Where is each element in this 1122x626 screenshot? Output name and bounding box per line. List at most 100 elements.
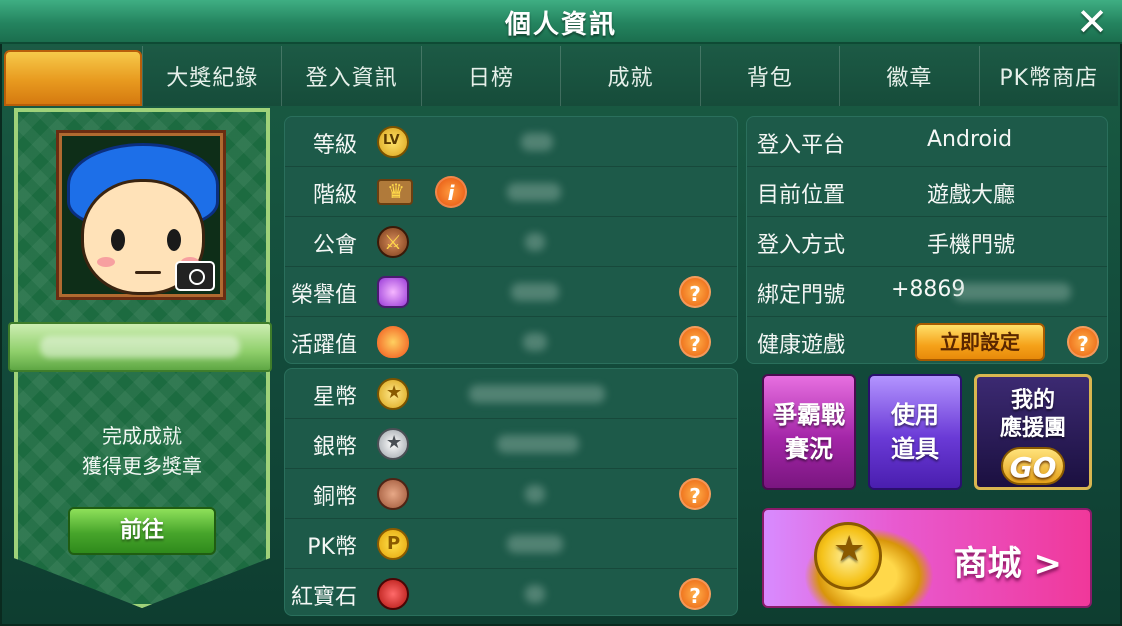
login-info-panel: 登入平台 Android 目前位置 遊戲大廳 登入方式 手機門號 綁定門號 +8… [746, 116, 1108, 364]
stat-value-blurred [525, 485, 545, 503]
info-icon[interactable]: i [435, 176, 467, 208]
stats-panel-bottom: 星幣 銀幣 銅幣 ? PK幣 紅寶石 ? [284, 368, 738, 616]
info-row-location: 目前位置 遊戲大廳 [747, 167, 1107, 217]
tournament-label-line1: 爭霸戰 [773, 401, 845, 429]
help-icon[interactable]: ? [1067, 326, 1099, 358]
stat-label: 公會 [312, 233, 357, 258]
stat-value-blurred [469, 385, 605, 403]
star-coin-icon [377, 378, 409, 410]
use-item-label-line2: 道具 [891, 435, 939, 463]
info-value-location: 遊戲大廳 [927, 183, 1016, 208]
achievement-hint-line2: 獲得更多獎章 [82, 454, 202, 478]
info-value-platform: Android [927, 127, 1013, 152]
tab-pk-shop[interactable]: PK幣商店 [978, 46, 1118, 106]
guild-icon [377, 226, 409, 258]
info-label: 綁定門號 [757, 283, 846, 308]
name-ribbon [8, 322, 272, 372]
info-label: 登入平台 [757, 133, 846, 158]
star-coin-icon [814, 522, 882, 590]
stat-row-level: 等級 [285, 117, 737, 167]
tournament-label-line2: 賽況 [785, 435, 833, 463]
stat-row-ruby: 紅寶石 ? [285, 569, 737, 619]
info-label: 登入方式 [757, 233, 846, 258]
cheer-label-line2: 應援團 [999, 416, 1066, 441]
avatar-eye [167, 229, 181, 251]
crown-icon [377, 179, 413, 205]
tab-login-info[interactable]: 登入資訊 [281, 46, 420, 106]
stat-value-blurred [507, 183, 561, 201]
avatar-mouth [135, 271, 161, 274]
close-icon[interactable]: ✕ [1072, 2, 1112, 42]
info-row-login-method: 登入方式 手機門號 [747, 217, 1107, 267]
tab-backpack[interactable]: 背包 [699, 46, 839, 106]
tab-bar: 大獎紀錄 登入資訊 日榜 成就 背包 徽章 PK幣商店 [4, 46, 1118, 106]
player-name-blurred [40, 336, 240, 358]
my-cheer-group-button[interactable]: 我的 應援團 GO [974, 374, 1092, 490]
camera-icon[interactable] [175, 261, 215, 291]
title-bar: 個人資訊 ✕ [0, 0, 1122, 44]
stat-label: 紅寶石 [290, 585, 357, 610]
stat-value-blurred [511, 283, 559, 301]
honor-icon [377, 276, 409, 308]
tournament-status-button[interactable]: 爭霸戰 賽況 [762, 374, 856, 490]
achievement-hint-line1: 完成成就 [102, 424, 182, 448]
copper-coin-icon [377, 478, 409, 510]
stat-value-blurred [507, 535, 563, 553]
tab-badges[interactable]: 徽章 [839, 46, 978, 106]
info-row-healthy-gaming: 健康遊戲 立即設定 ? [747, 317, 1107, 367]
ruby-icon [377, 578, 409, 610]
help-icon[interactable]: ? [679, 326, 711, 358]
info-label: 目前位置 [757, 183, 846, 208]
stat-row-pk-coin: PK幣 [285, 519, 737, 569]
stat-label: 銀幣 [312, 435, 357, 460]
stat-value-blurred [525, 233, 545, 251]
stat-label: 榮譽值 [290, 283, 357, 308]
stat-row-silver-coin: 銀幣 [285, 419, 737, 469]
tab-daily-rank[interactable]: 日榜 [420, 46, 560, 106]
setup-now-button[interactable]: 立即設定 [915, 323, 1045, 361]
level-icon [377, 126, 409, 158]
stat-label: 等級 [312, 133, 357, 158]
stat-value-blurred [523, 333, 547, 351]
stat-value-blurred [525, 585, 545, 603]
stat-row-guild: 公會 [285, 217, 737, 267]
shop-label: 商城 > [953, 544, 1062, 584]
stat-label: 活躍值 [290, 333, 357, 358]
stat-label: 階級 [312, 183, 357, 208]
go-achievements-button[interactable]: 前往 [68, 507, 216, 555]
stats-panel-top: 等級 階級 i 公會 榮譽值 ? 活躍值 ? [284, 116, 738, 364]
stat-value-blurred [521, 133, 553, 151]
shop-button[interactable]: 商城 > [762, 508, 1092, 608]
silver-coin-icon [377, 428, 409, 460]
avatar-eye [111, 229, 125, 251]
use-item-button[interactable]: 使用 道具 [868, 374, 962, 490]
fire-icon [377, 326, 409, 358]
tab-achievements[interactable]: 成就 [560, 46, 699, 106]
dialog-title: 個人資訊 [504, 10, 617, 40]
stat-row-rank: 階級 i [285, 167, 737, 217]
tab-personal-info[interactable] [4, 50, 142, 106]
stat-label: 銅幣 [312, 485, 357, 510]
stat-row-activity: 活躍值 ? [285, 317, 737, 367]
info-row-phone: 綁定門號 +8869 [747, 267, 1107, 317]
tab-jackpot-record[interactable]: 大獎紀錄 [142, 46, 281, 106]
avatar[interactable] [56, 130, 226, 300]
info-value-login-method: 手機門號 [927, 233, 1016, 258]
stat-label: PK幣 [307, 535, 357, 560]
stat-value-blurred [497, 435, 579, 453]
stat-label: 星幣 [312, 385, 357, 410]
avatar-blush [97, 257, 115, 267]
stat-row-star-coin: 星幣 [285, 369, 737, 419]
help-icon[interactable]: ? [679, 578, 711, 610]
stat-row-copper-coin: 銅幣 ? [285, 469, 737, 519]
stat-row-honor: 榮譽值 ? [285, 267, 737, 317]
phone-number-blurred [953, 283, 1071, 301]
help-icon[interactable]: ? [679, 276, 711, 308]
cheer-label-line1: 我的 [1010, 388, 1055, 413]
use-item-label-line1: 使用 [891, 401, 939, 429]
help-icon[interactable]: ? [679, 478, 711, 510]
info-label: 健康遊戲 [757, 333, 846, 358]
pk-coin-icon [377, 528, 409, 560]
cheer-go-label: GO [1001, 447, 1065, 485]
info-row-platform: 登入平台 Android [747, 117, 1107, 167]
